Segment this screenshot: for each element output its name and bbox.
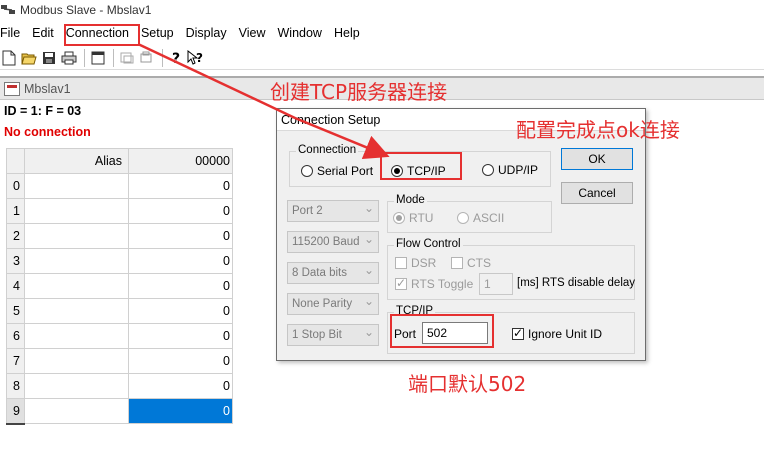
annotation-arrows (137, 42, 390, 159)
annotation-config-ok: 配置完成点ok连接 (516, 118, 680, 142)
annotation-port-default: 端口默认502 (408, 372, 527, 396)
annotation-create-server: 创建TCP服务器连接 (270, 80, 448, 104)
arrow-to-tcp-ip (294, 116, 390, 159)
